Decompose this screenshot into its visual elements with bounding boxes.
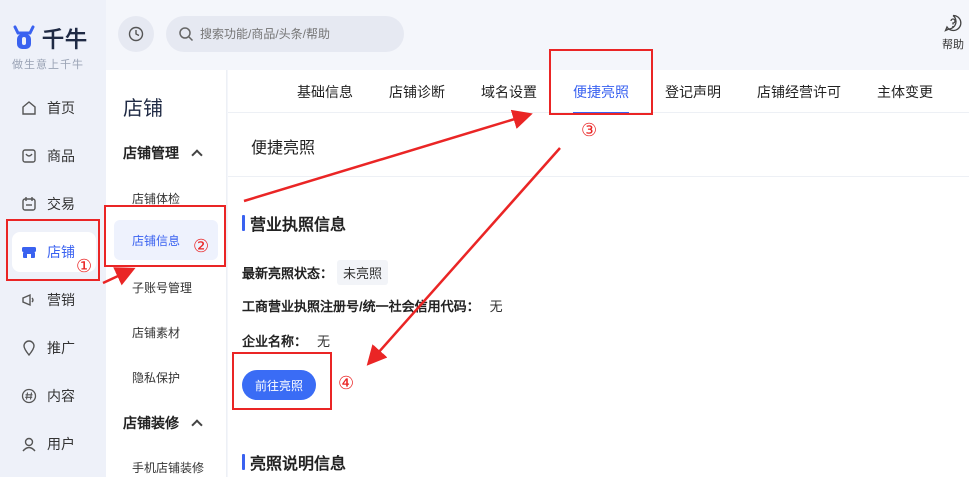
tab-registration-statement[interactable]: 登记声明 xyxy=(665,70,721,113)
help-label: 帮助 xyxy=(942,39,964,51)
subnav-title: 店铺 xyxy=(123,98,163,120)
megaphone-icon xyxy=(20,291,38,309)
rail-item-user[interactable]: 用户 xyxy=(12,424,96,464)
annotation-step-2: ② xyxy=(193,236,210,256)
annotation-step-4: ④ xyxy=(338,373,355,393)
goods-icon xyxy=(20,147,38,165)
page-title: 便捷亮照 xyxy=(251,140,316,157)
annotation-box-button xyxy=(232,352,332,410)
rail-item-content[interactable]: 内容 xyxy=(12,376,96,416)
rail-item-label: 首页 xyxy=(47,100,75,116)
section-accent-bar xyxy=(242,215,245,231)
reg-no-value: 无 xyxy=(489,299,503,314)
subnav-item-privacy[interactable]: 隐私保护 xyxy=(114,357,218,397)
rail-item-promote[interactable]: 推广 xyxy=(12,328,96,368)
rail-item-label: 商品 xyxy=(47,148,75,164)
subnav-group-label: 店铺装修 xyxy=(123,415,179,431)
rail-item-label: 用户 xyxy=(47,436,75,452)
annotation-step-3: ③ xyxy=(581,120,598,140)
subnav-group-store-management[interactable]: 店铺管理 xyxy=(123,143,203,163)
rail-item-marketing[interactable]: 营销 xyxy=(12,280,96,320)
company-value: 无 xyxy=(317,334,331,349)
rail-item-goods[interactable]: 商品 xyxy=(12,136,96,176)
subnav-item-sub-accounts[interactable]: 子账号管理 xyxy=(114,267,218,307)
chevron-up-icon xyxy=(191,419,203,431)
chevron-up-icon xyxy=(191,149,203,161)
location-pin-icon xyxy=(20,339,38,357)
status-badge: 未亮照 xyxy=(337,260,389,285)
search-icon xyxy=(179,27,194,42)
qianniu-logo-icon xyxy=(12,25,36,51)
rail-item-label: 交易 xyxy=(47,196,75,212)
license-status-row: 最新亮照状态： 未亮照 xyxy=(242,260,389,285)
tab-domain-settings[interactable]: 域名设置 xyxy=(481,70,537,113)
home-icon xyxy=(20,99,38,117)
annotation-box-tab xyxy=(549,49,653,115)
reg-no-label: 工商营业执照注册号/统一社会信用代码： xyxy=(242,299,480,314)
search-box[interactable] xyxy=(166,16,404,52)
search-input[interactable] xyxy=(200,27,390,41)
subnav-group-label: 店铺管理 xyxy=(123,145,179,161)
app-root: 千牛 做生意上千牛 首页 商品 交易 店铺 营销 推广 内容 用户 搜索功能/商… xyxy=(0,0,969,477)
brand-tagline: 做生意上千牛 xyxy=(12,59,84,71)
rail-item-home[interactable]: 首页 xyxy=(12,88,96,128)
section-business-license: 营业执照信息 xyxy=(242,211,346,235)
clock-icon xyxy=(128,26,144,42)
top-bar: 帮助 xyxy=(106,0,969,70)
rail-item-label: 营销 xyxy=(47,292,75,308)
trade-icon xyxy=(20,195,38,213)
rail-item-label: 内容 xyxy=(47,388,75,404)
logo: 千牛 xyxy=(12,22,88,54)
store-subnav: 店铺 店铺管理 店铺体检 店铺信息 子账号管理 店铺素材 隐私保护 店铺装修 手… xyxy=(106,70,227,477)
section-title: 营业执照信息 xyxy=(250,217,347,234)
subnav-group-store-decoration[interactable]: 店铺装修 xyxy=(123,413,203,433)
section-title: 亮照说明信息 xyxy=(250,456,347,473)
tab-entity-change[interactable]: 主体变更 xyxy=(877,70,933,113)
section-license-notes: 亮照说明信息 xyxy=(242,450,346,474)
section-accent-bar xyxy=(242,454,245,470)
tab-basic-info[interactable]: 基础信息 xyxy=(297,70,353,113)
main-content: 基础信息 店铺诊断 域名设置 便捷亮照 登记声明 店铺经营许可 主体变更 便捷亮… xyxy=(228,70,969,477)
company-label: 企业名称： xyxy=(242,334,308,349)
user-icon xyxy=(20,435,38,453)
brand-name: 千牛 xyxy=(42,27,89,52)
history-button[interactable] xyxy=(118,16,154,52)
annotation-step-1: ① xyxy=(76,256,93,276)
status-label: 最新亮照状态： xyxy=(242,266,334,281)
rail-item-label: 推广 xyxy=(47,340,75,356)
divider xyxy=(228,176,969,177)
hash-icon xyxy=(20,387,38,405)
tab-business-permit[interactable]: 店铺经营许可 xyxy=(757,70,841,113)
subnav-item-store-assets[interactable]: 店铺素材 xyxy=(114,312,218,352)
help-icon xyxy=(944,14,962,32)
tab-store-diagnosis[interactable]: 店铺诊断 xyxy=(389,70,445,113)
subnav-item-mobile-decoration[interactable]: 手机店铺装修 xyxy=(114,447,218,477)
rail-item-trade[interactable]: 交易 xyxy=(12,184,96,224)
help-button[interactable]: 帮助 xyxy=(938,14,968,52)
company-name-row: 企业名称： 无 xyxy=(242,331,330,350)
registration-number-row: 工商营业执照注册号/统一社会信用代码： 无 xyxy=(242,296,503,315)
